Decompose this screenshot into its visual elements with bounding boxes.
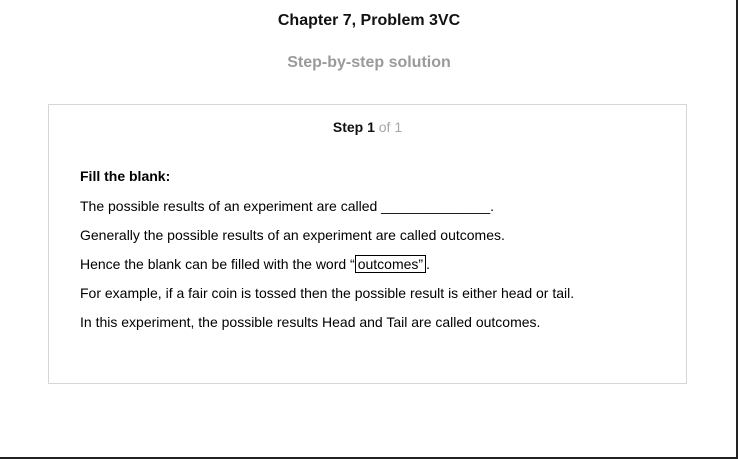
step-card: Step 1 of 1 Fill the blank: The possible… xyxy=(48,104,687,384)
explanation-line-2: Hence the blank can be filled with the w… xyxy=(80,255,670,273)
answer-highlight: outcomes” xyxy=(354,255,427,273)
step-count: of 1 xyxy=(378,119,403,135)
explanation-line-2-suffix: . xyxy=(426,256,430,272)
step-label: Step 1 xyxy=(332,119,375,135)
explanation-line-2-prefix: Hence the blank can be filled with the w… xyxy=(80,256,355,272)
step-header: Step 1 of 1 xyxy=(49,119,686,135)
chapter-title: Chapter 7, Problem 3VC xyxy=(277,12,461,29)
step-heading: Fill the blank: xyxy=(80,168,171,184)
solution-subtitle: Step-by-step solution xyxy=(287,54,451,71)
step-content: Fill the blank: The possible results of … xyxy=(80,167,670,342)
explanation-line-1: Generally the possible results of an exp… xyxy=(80,227,505,243)
explanation-line-3: For example, if a fair coin is tossed th… xyxy=(80,285,575,301)
explanation-line-4: In this experiment, the possible results… xyxy=(80,314,541,330)
question-text: The possible results of an experiment ar… xyxy=(80,198,495,214)
